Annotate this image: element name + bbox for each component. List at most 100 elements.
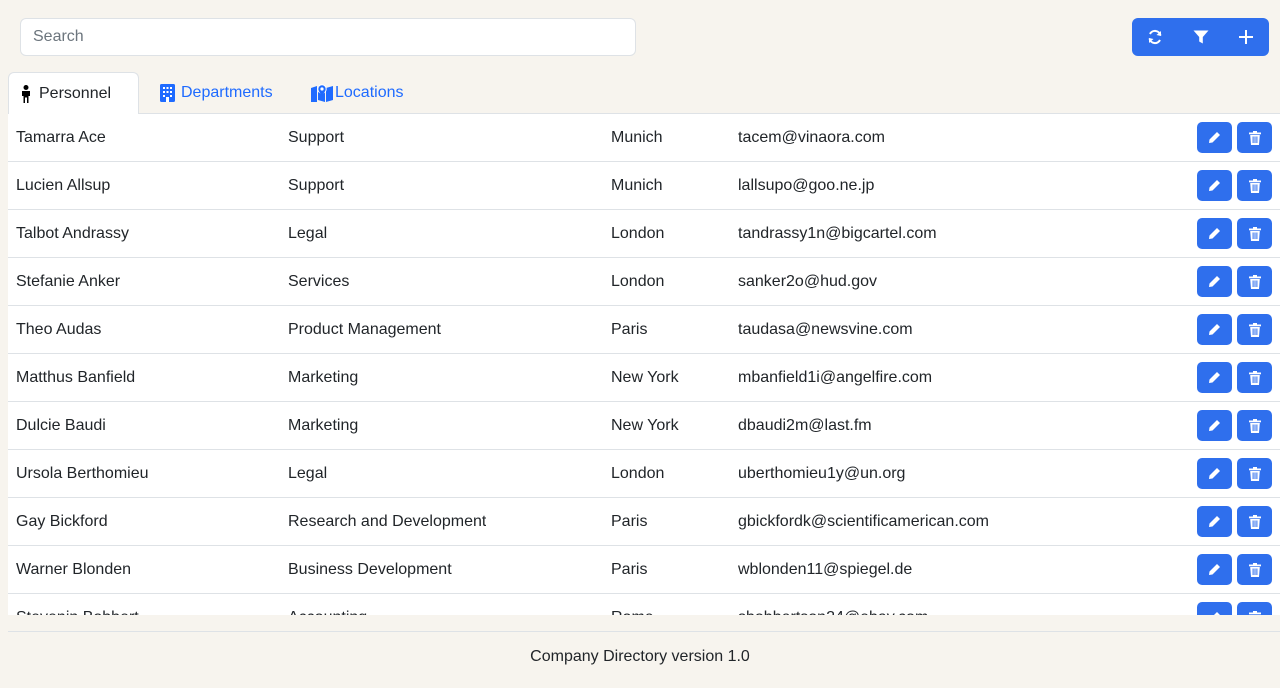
- plus-icon: [1239, 30, 1254, 44]
- person-email: dbaudi2m@last.fm: [738, 417, 872, 434]
- person-department: Product Management: [288, 321, 441, 338]
- map-icon: [311, 84, 333, 102]
- person-location: Paris: [611, 561, 648, 578]
- trash-icon: [1248, 322, 1261, 337]
- delete-button[interactable]: [1237, 122, 1272, 153]
- tab-label: Locations: [335, 84, 404, 101]
- tab-personnel[interactable]: Personnel: [8, 72, 139, 115]
- footer-text: Company Directory version 1.0: [530, 648, 750, 665]
- search-input[interactable]: [20, 18, 636, 56]
- tab-label: Personnel: [39, 84, 112, 102]
- trash-icon: [1248, 226, 1261, 241]
- person-name: Warner Blonden: [16, 561, 132, 578]
- pencil-icon: [1209, 276, 1220, 287]
- delete-button[interactable]: [1237, 458, 1272, 489]
- personnel-table: Tamarra Ace Support Munich tacem@vinaora.co…: [8, 114, 1280, 615]
- delete-button[interactable]: [1237, 410, 1272, 441]
- edit-button[interactable]: [1197, 458, 1232, 489]
- table-row: Gay Bickford Research and Development Pari…: [8, 498, 1280, 546]
- edit-button[interactable]: [1197, 314, 1232, 345]
- refresh-button[interactable]: [1132, 18, 1178, 56]
- person-name: Gay Bickford: [16, 513, 108, 530]
- delete-button[interactable]: [1237, 506, 1272, 537]
- footer-divider: [8, 631, 1280, 632]
- edit-button[interactable]: [1197, 170, 1232, 201]
- person-department: Accounting: [288, 594, 367, 615]
- table-row: Stefanie Anker Services London sanker2o@hud…: [8, 258, 1280, 306]
- person-name: Talbot Andrassy: [16, 225, 129, 242]
- person-location: Paris: [611, 513, 648, 530]
- tab-label: Departments: [181, 84, 273, 101]
- person-department: Research and Development: [288, 513, 487, 530]
- person-email: lallsupo@goo.ne.jp: [738, 177, 875, 194]
- pencil-icon: [1209, 468, 1220, 479]
- person-name: Stevenin Bobbert: [16, 594, 139, 615]
- person-department: Support: [288, 177, 345, 194]
- table-row: Tamarra Ace Support Munich tacem@vinaora.co…: [8, 114, 1280, 162]
- edit-button[interactable]: [1197, 506, 1232, 537]
- edit-button[interactable]: [1197, 410, 1232, 441]
- trash-icon: [1248, 466, 1261, 481]
- pencil-icon: [1209, 228, 1220, 239]
- table-row: Dulcie Baudi Marketing New York dbaudi2m@la…: [8, 402, 1280, 450]
- person-name: Theo Audas: [16, 321, 102, 338]
- pencil-icon: [1214, 612, 1220, 615]
- trash-icon: [1248, 370, 1261, 385]
- edit-button[interactable]: [1197, 602, 1232, 615]
- person-location: Paris: [611, 321, 648, 338]
- pencil-icon: [1209, 516, 1220, 527]
- pencil-icon: [1209, 180, 1220, 191]
- tab-departments[interactable]: Departments: [150, 72, 283, 114]
- edit-button[interactable]: [1197, 554, 1232, 585]
- person-name: Stefanie Anker: [16, 273, 121, 290]
- person-name: Ursola Berthomieu: [16, 465, 149, 482]
- trash-icon: [1248, 610, 1261, 615]
- person-name: Matthus Banfield: [16, 369, 136, 386]
- table-row: Stevenin Bobbert Accounting Rome sbobbertso…: [8, 594, 1280, 615]
- person-email: mbanfield1i@angelfire.com: [738, 369, 933, 386]
- person-email: wblonden11@spiegel.de: [738, 561, 913, 578]
- table-row: Ursola Berthomieu Legal London uberthomieu1…: [8, 450, 1280, 498]
- person-email: gbickfordk@scientificamerican.com: [738, 513, 989, 530]
- delete-button[interactable]: [1237, 314, 1272, 345]
- tab-bar: Personnel Departments Locations: [8, 72, 1280, 115]
- person-location: New York: [611, 417, 679, 434]
- person-department: Marketing: [288, 417, 359, 434]
- person-location: Rome: [611, 594, 654, 615]
- person-department: Services: [288, 273, 350, 290]
- person-email: sbobbertson24@ebay.com: [738, 594, 928, 615]
- trash-icon: [1248, 274, 1261, 289]
- trash-icon: [1248, 130, 1261, 145]
- pencil-icon: [1209, 372, 1220, 383]
- delete-button[interactable]: [1237, 362, 1272, 393]
- person-email: tacem@vinaora.com: [738, 129, 885, 146]
- building-icon: [160, 84, 175, 102]
- trash-icon: [1248, 514, 1261, 529]
- table-row: Lucien Allsup Support Munich lallsupo@goo.n…: [8, 162, 1280, 210]
- delete-button[interactable]: [1237, 554, 1272, 585]
- person-email: tandrassy1n@bigcartel.com: [738, 225, 937, 242]
- person-location: Munich: [611, 177, 663, 194]
- delete-button[interactable]: [1237, 602, 1272, 615]
- delete-button[interactable]: [1237, 266, 1272, 297]
- delete-button[interactable]: [1237, 218, 1272, 249]
- table-row: Theo Audas Product Management Paris taudasa…: [8, 306, 1280, 354]
- person-location: London: [611, 225, 665, 242]
- pencil-icon: [1209, 324, 1220, 335]
- person-location: New York: [611, 369, 679, 386]
- person-email: sanker2o@hud.gov: [738, 273, 877, 290]
- tab-locations[interactable]: Locations: [301, 72, 414, 114]
- add-button[interactable]: [1223, 18, 1269, 56]
- edit-button[interactable]: [1197, 218, 1232, 249]
- table-row: Matthus Banfield Marketing New York mbanfie…: [8, 354, 1280, 402]
- person-name: Dulcie Baudi: [16, 417, 106, 434]
- pencil-icon: [1209, 564, 1220, 575]
- refresh-icon: [1148, 29, 1162, 45]
- person-department: Marketing: [288, 369, 359, 386]
- edit-button[interactable]: [1197, 362, 1232, 393]
- edit-button[interactable]: [1197, 266, 1232, 297]
- delete-button[interactable]: [1237, 170, 1272, 201]
- person-department: Legal: [288, 225, 328, 242]
- filter-button[interactable]: [1178, 18, 1224, 56]
- edit-button[interactable]: [1197, 122, 1232, 153]
